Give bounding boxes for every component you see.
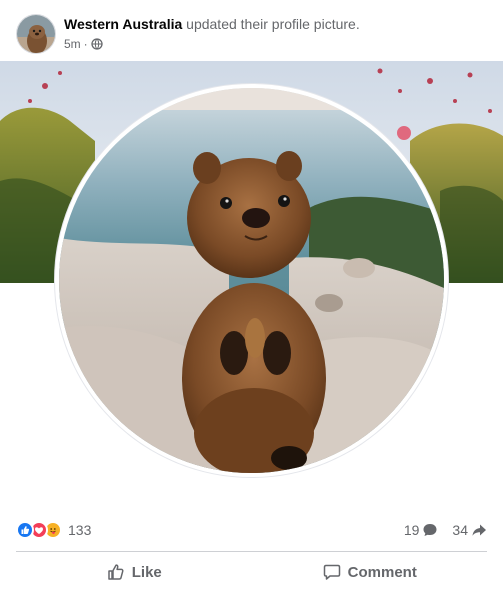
header-text: Western Australia updated their profile … — [64, 16, 360, 53]
shares-count: 34 — [452, 522, 468, 538]
reaction-icons — [16, 521, 62, 539]
engagement-stats: 19 34 — [390, 522, 487, 538]
comment-icon — [323, 564, 340, 580]
post-action-text: updated their profile picture. — [186, 15, 360, 32]
comments-count-link[interactable]: 19 — [404, 522, 439, 538]
like-icon — [107, 564, 124, 580]
comment-bubble-icon — [423, 524, 437, 536]
post-header: Western Australia updated their profile … — [16, 14, 486, 54]
globe-icon — [91, 38, 103, 50]
post-title-line: Western Australia updated their profile … — [64, 16, 360, 33]
share-arrow-icon — [472, 524, 486, 536]
post-actions: Like Comment — [16, 555, 487, 589]
reactions-bar: 133 19 34 — [16, 518, 487, 542]
author-avatar[interactable] — [16, 14, 56, 54]
like-button[interactable]: Like — [16, 555, 252, 589]
post-meta: 5m · — [64, 36, 360, 53]
comment-button[interactable]: Comment — [252, 555, 488, 589]
profile-picture[interactable] — [55, 84, 448, 477]
comments-count: 19 — [403, 522, 420, 538]
like-reaction-icon — [16, 521, 34, 539]
comment-label: Comment — [347, 563, 417, 581]
author-name[interactable]: Western Australia — [64, 16, 182, 32]
reaction-count[interactable]: 133 — [68, 522, 91, 538]
meta-separator: · — [83, 36, 88, 51]
post-timestamp[interactable]: 5m — [64, 36, 81, 53]
feed-post: Western Australia updated their profile … — [0, 0, 503, 591]
like-label: Like — [131, 563, 162, 581]
actions-divider — [16, 551, 487, 552]
reaction-summary[interactable]: 133 — [16, 521, 91, 539]
shares-count-link[interactable]: 34 — [452, 522, 487, 538]
